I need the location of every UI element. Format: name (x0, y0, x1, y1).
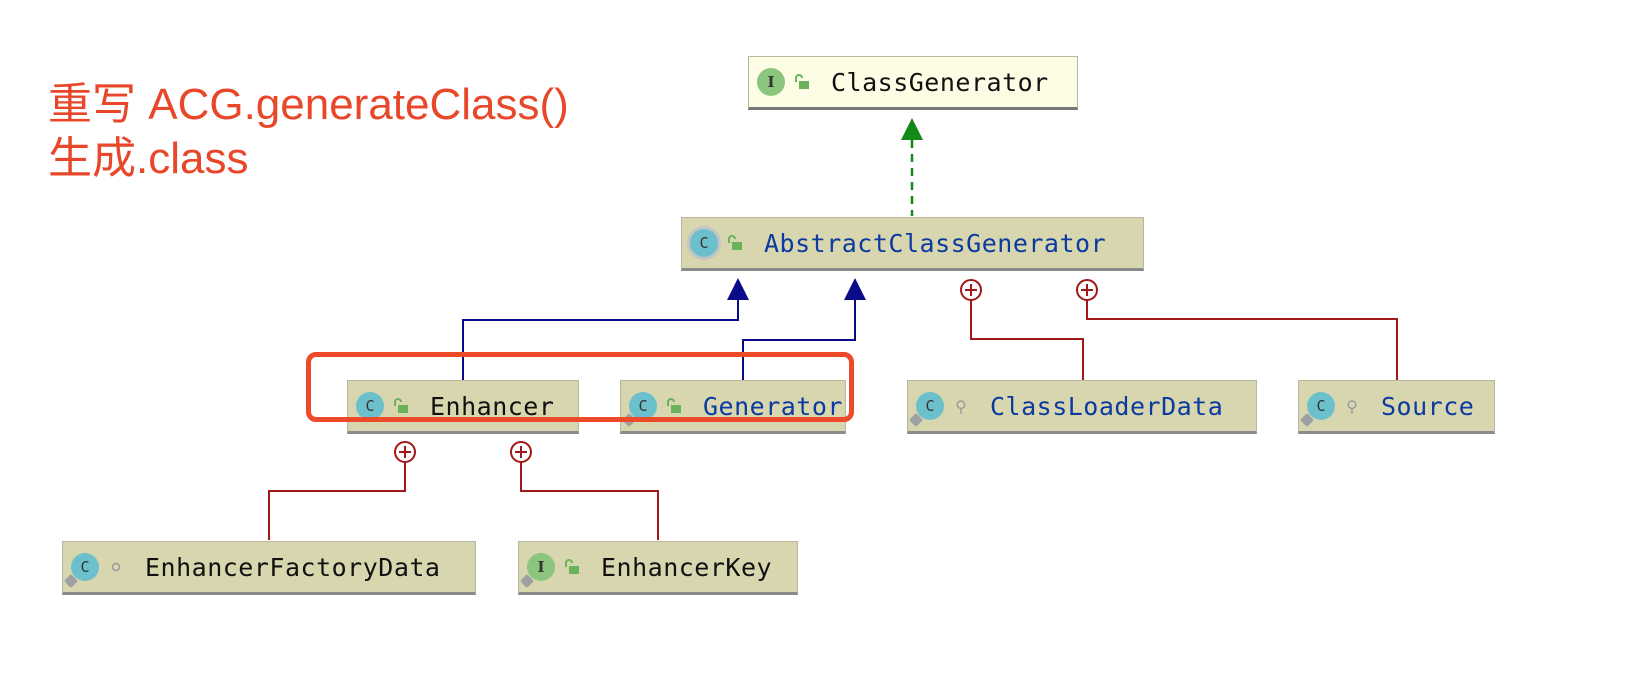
edge-implements-classgenerator (901, 118, 923, 216)
extends-arrowhead (844, 278, 866, 300)
package-private-icon (107, 558, 125, 576)
edge-inner-enhancerkey (510, 441, 659, 540)
class-icon: C (63, 553, 99, 589)
node-name: AbstractClassGenerator (764, 228, 1107, 258)
implements-arrowhead (901, 118, 923, 140)
abstract-class-icon: C (690, 229, 718, 257)
edge-inner-classloaderdata (960, 279, 1084, 380)
class-icon: C (908, 392, 944, 428)
node-enhancerkey[interactable]: I EnhancerKey (518, 541, 798, 595)
node-classgenerator[interactable]: I ClassGenerator (748, 56, 1078, 110)
node-source[interactable]: C ⚲ Source (1298, 380, 1495, 434)
node-name: ClassLoaderData (990, 391, 1224, 421)
class-icon: C (1299, 392, 1335, 428)
protected-key-icon: ⚲ (1346, 396, 1358, 416)
extends-arrowhead (727, 278, 749, 300)
nested-pin-icon (519, 573, 535, 589)
node-classloaderdata[interactable]: C ⚲ ClassLoaderData (907, 380, 1257, 434)
public-lock-icon (793, 73, 811, 91)
public-lock-icon (726, 234, 744, 252)
node-name: Source (1381, 391, 1475, 421)
node-enhancerfactorydata[interactable]: C EnhancerFactoryData (62, 541, 476, 595)
protected-key-icon: ⚲ (955, 396, 967, 416)
edge-inner-enhancerfactorydata (268, 441, 416, 540)
public-lock-icon (563, 558, 581, 576)
interface-icon: I (519, 553, 555, 589)
highlight-box (306, 352, 854, 422)
node-name: ClassGenerator (831, 67, 1049, 97)
nested-pin-icon (1299, 412, 1315, 428)
node-name: EnhancerFactoryData (145, 552, 441, 582)
interface-icon: I (757, 68, 785, 96)
nested-pin-icon (63, 573, 79, 589)
edge-inner-source (1076, 279, 1398, 380)
node-name: EnhancerKey (601, 552, 773, 582)
nested-pin-icon (908, 412, 924, 428)
node-abstractclassgenerator[interactable]: C AbstractClassGenerator (681, 217, 1144, 271)
